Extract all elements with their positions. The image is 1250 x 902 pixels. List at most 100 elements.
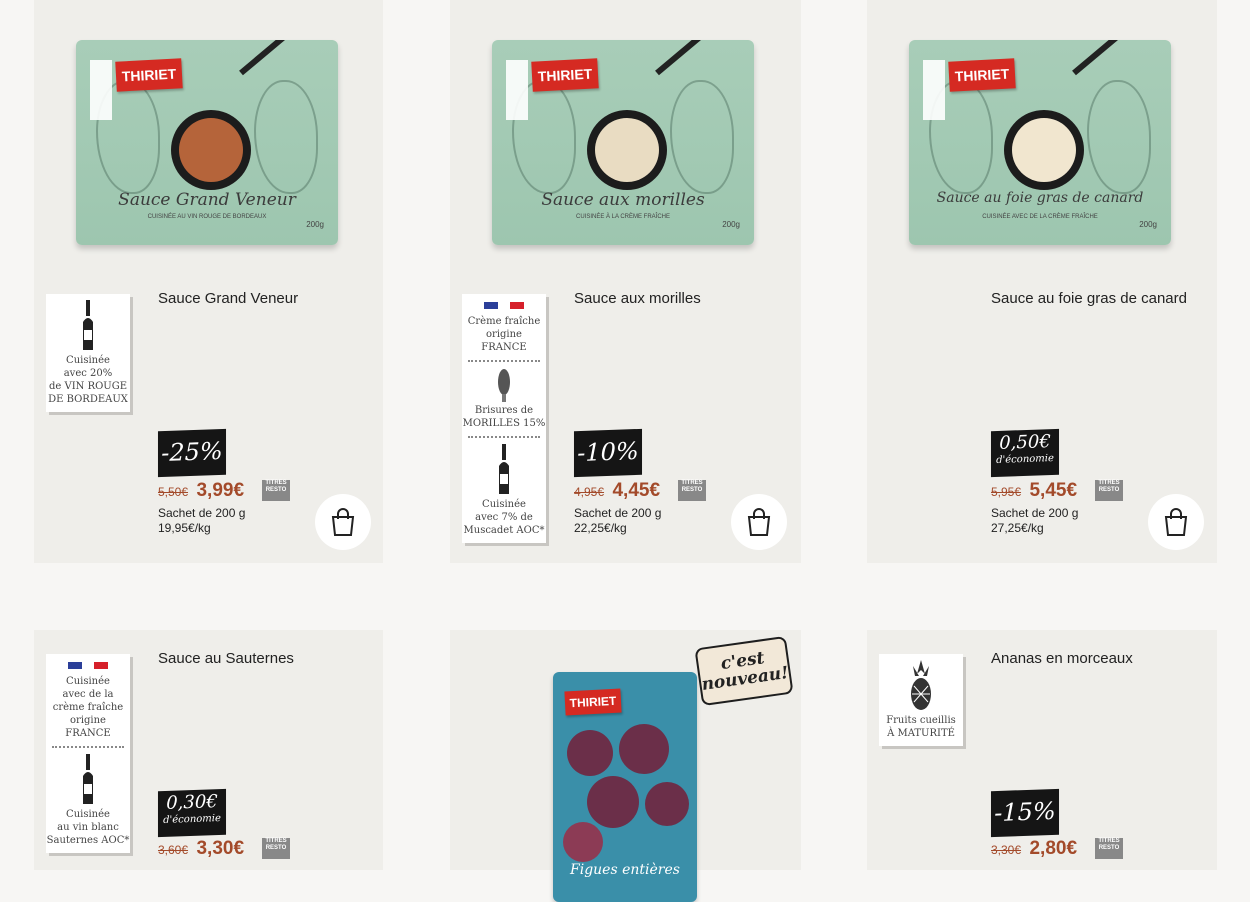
pack-name: Sauce Grand Veneur [118,190,296,210]
brand-logo: THIRIET [948,58,1016,92]
french-flag-icon [462,302,546,309]
discount-text: -15% [994,796,1056,828]
titres-resto-icon: TITRES RESTO [1095,480,1123,501]
discount-badge: -25% [157,428,227,478]
package-size: Sachet de 200 g [991,506,1079,520]
label-line: origine FRANCE [65,715,111,739]
pack-info-strip [923,60,945,120]
label-line: avec 20% [63,368,113,379]
unit-info: Sachet de 200 g 22,25€/kg [574,506,661,536]
product-image[interactable]: THIRIET Sauce Grand Veneur CUISINÉE AU V… [76,40,338,245]
unit-info: Sachet de 200 g 27,25€/kg [991,506,1078,536]
shopping-bag-icon [1164,508,1188,536]
shopping-bag-icon [331,508,355,536]
label-line: au vin blanc [57,822,119,833]
product-label: Cuisinée avec 20% de VIN ROUGE DE BORDEA… [46,294,130,412]
old-price: 5,95€ [991,485,1022,499]
price-row: 3,60€ 3,30€ TITRES RESTO [158,838,290,864]
savings-badge: 0,50€ d'économie [990,428,1060,478]
titres-resto-icon: TITRES RESTO [262,838,290,859]
add-to-cart-button[interactable] [731,494,787,550]
product-title[interactable]: Sauce au Sauternes [158,650,358,667]
new-price: 2,80€ [1029,838,1078,859]
fig-shape [645,782,689,826]
divider [468,360,540,362]
pack-weight: 200g [722,220,740,229]
fig-shape [587,776,639,828]
fig-shape [563,822,603,862]
label-line: crème fraîche [52,702,124,713]
fig-shape [567,730,613,776]
pack-subtitle: CUISINÉE À LA CRÈME FRAÎCHE [575,214,671,220]
discount-badge: -10% [573,428,643,478]
pack-info-strip [90,60,112,120]
wine-bottle-icon [499,444,509,494]
wine-bottle-icon [83,754,93,804]
price-per-kg: 19,95€/kg [158,521,211,535]
product-card[interactable]: Cuisinée avec de la crème fraîche origin… [34,630,383,870]
wine-bottle-icon [83,300,93,350]
pan-handle [655,40,713,76]
product-title[interactable]: Ananas en morceaux [991,650,1191,667]
label-line: origine [486,329,522,340]
label-line: DE BORDEAUX [48,394,128,405]
price-row: 5,50€ 3,99€ TITRES RESTO [158,480,290,506]
product-card[interactable]: THIRIET Sauce au foie gras de canard CUI… [867,0,1217,563]
product-title[interactable]: Sauce au foie gras de canard [991,290,1191,307]
product-card[interactable]: THIRIET Figues entières c'est nouveau! [450,630,801,902]
label-line: À MATURITÉ [887,728,955,739]
pan-handle [1072,40,1130,76]
new-badge: c'est nouveau! [694,635,794,707]
pack-weight: 200g [1139,220,1157,229]
product-card[interactable]: Fruits cueillis À MATURITÉ Ananas en mor… [867,630,1217,870]
label-line: Fruits cueillis [886,715,956,726]
label-line: avec 7% de [475,512,533,523]
price-per-kg: 22,25€/kg [574,521,627,535]
price-row: 3,30€ 2,80€ TITRES RESTO [991,838,1123,864]
label-line: MORILLES 15% [462,418,546,429]
product-label: Cuisinée avec de la crème fraîche origin… [46,654,130,853]
product-image[interactable]: THIRIET Figues entières [553,672,697,902]
titres-resto-icon: TITRES RESTO [1095,838,1123,859]
pack-name: Sauce aux morilles [541,190,705,210]
product-title[interactable]: Sauce Grand Veneur [158,290,358,307]
discount-text: -10% [577,436,639,468]
label-line: Cuisinée [482,499,526,510]
titres-resto-icon: TITRES RESTO [678,480,706,501]
product-label: Crème fraîche origine FRANCE Brisures de… [462,294,546,543]
pack-name: Figues entières [570,862,680,878]
package-size: Sachet de 200 g [574,506,662,520]
label-line: avec de la [62,689,114,700]
old-price: 4,95€ [574,485,605,499]
add-to-cart-button[interactable] [1148,494,1204,550]
price-per-kg: 27,25€/kg [991,521,1044,535]
savings-amount: 0,50€ [999,431,1051,454]
pack-name: Sauce au foie gras de canard [936,190,1144,206]
fig-shape [619,724,669,774]
savings-badge: 0,30€ d'économie [157,788,227,838]
label-line: de VIN ROUGE [48,381,128,392]
shopping-bag-icon [747,508,771,536]
pack-info-strip [506,60,528,120]
brand-logo: THIRIET [115,58,183,92]
pack-subtitle: CUISINÉE AU VIN ROUGE DE BORDEAUX [147,214,267,220]
add-to-cart-button[interactable] [315,494,371,550]
titres-resto-icon: TITRES RESTO [262,480,290,501]
product-image[interactable]: THIRIET Sauce au foie gras de canard CUI… [909,40,1171,245]
pack-subtitle: CUISINÉE AVEC DE LA CRÈME FRAÎCHE [982,214,1098,220]
divider [468,436,540,438]
label-line: Cuisinée [66,676,110,687]
discount-text: -25% [161,436,223,468]
product-title[interactable]: Sauce aux morilles [574,290,774,307]
product-card[interactable]: THIRIET Sauce Grand Veneur CUISINÉE AU V… [34,0,383,563]
new-price: 4,45€ [612,480,661,501]
pan-icon [171,110,251,190]
brand-logo: THIRIET [564,688,622,716]
pack-weight: 200g [306,220,324,229]
label-line: Sauternes AOC* [46,835,130,846]
pineapple-icon [911,660,931,710]
product-card[interactable]: THIRIET Sauce aux morilles CUISINÉE À LA… [450,0,801,563]
product-image[interactable]: THIRIET Sauce aux morilles CUISINÉE À LA… [492,40,754,245]
label-line: Crème fraîche [467,316,541,327]
new-price: 5,45€ [1029,480,1078,501]
